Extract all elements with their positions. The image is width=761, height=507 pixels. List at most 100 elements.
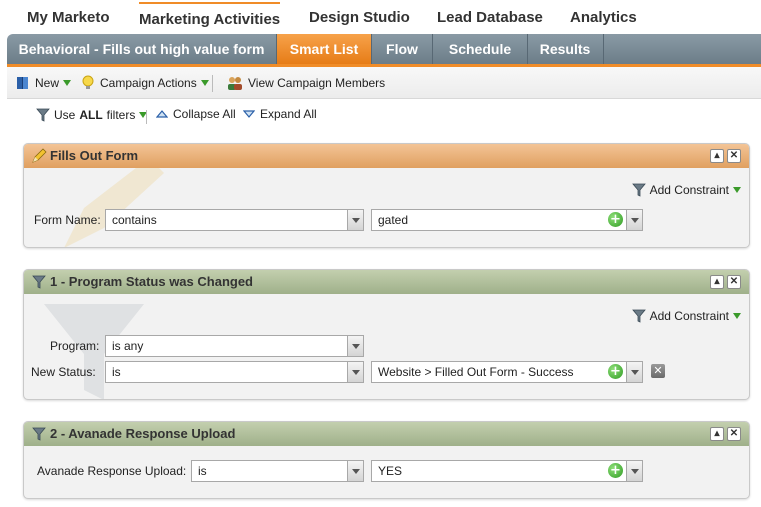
view-members-label: View Campaign Members: [248, 76, 386, 90]
view-campaign-members-button[interactable]: View Campaign Members: [226, 75, 385, 91]
people-icon: [228, 77, 242, 90]
program-operator-select[interactable]: is any: [105, 335, 364, 357]
panel-controls: ▴ ✕: [710, 275, 741, 289]
toolbar-divider: [212, 75, 213, 92]
campaign-actions-button[interactable]: Campaign Actions: [80, 75, 209, 91]
collapse-icon[interactable]: ▴: [710, 275, 724, 289]
add-constraint-button[interactable]: Add Constraint: [631, 182, 741, 198]
new-status-label: New Status:: [31, 365, 96, 379]
filterbar-divider: [146, 110, 147, 124]
panel-controls: ▴ ✕: [710, 427, 741, 441]
value-text: Website > Filled Out Form - Success: [378, 365, 574, 379]
avanade-value-select[interactable]: YES: [371, 460, 643, 482]
expand-all-label: Expand All: [260, 107, 317, 121]
operator-value: is any: [112, 339, 144, 353]
pencil-icon: [32, 148, 47, 163]
dropdown-caret-icon: [733, 313, 741, 319]
chevron-down-icon: [626, 362, 642, 382]
filter-funnel-icon: [32, 275, 46, 289]
use-suffix: filters: [106, 108, 136, 122]
use-prefix: Use: [54, 108, 76, 122]
collapse-icon[interactable]: ▴: [710, 427, 724, 441]
form-name-operator-select[interactable]: contains: [105, 209, 364, 231]
remove-row-icon[interactable]: ✕: [651, 364, 665, 378]
filter-logic-button[interactable]: Use ALL filters: [35, 107, 148, 123]
tab-schedule[interactable]: Schedule: [433, 34, 527, 64]
filter-funnel-icon: [36, 108, 50, 122]
nav-analytics[interactable]: Analytics: [570, 9, 637, 26]
dropdown-caret-icon: [63, 80, 72, 86]
filter-toolbar: Use ALL filters Collapse All Expand All: [7, 100, 761, 130]
nav-marketing-activities[interactable]: Marketing Activities: [139, 2, 281, 28]
nav-my-marketo[interactable]: My Marketo: [27, 9, 110, 26]
collapse-all-button[interactable]: Collapse All: [156, 107, 236, 121]
nav-design-studio[interactable]: Design Studio: [309, 9, 410, 26]
campaign-tab-bar: Behavioral - Fills out high value form S…: [7, 34, 761, 67]
add-constraint-button[interactable]: Add Constraint: [631, 308, 741, 324]
chevron-down-icon: [347, 210, 363, 230]
chevron-down-icon: [347, 461, 363, 481]
add-constraint-label: Add Constraint: [649, 309, 729, 323]
close-icon[interactable]: ✕: [727, 275, 741, 289]
tab-results[interactable]: Results: [528, 34, 602, 64]
close-icon[interactable]: ✕: [727, 149, 741, 163]
avanade-response-label: Avanade Response Upload:: [37, 464, 187, 478]
collapse-icon[interactable]: ▴: [710, 149, 724, 163]
top-nav: My Marketo Marketing Activities Design S…: [0, 0, 761, 34]
form-name-value-select[interactable]: gated: [371, 209, 643, 231]
pencil-watermark-icon: [64, 168, 164, 247]
collapse-all-label: Collapse All: [173, 107, 236, 121]
tab-divider: [603, 34, 604, 64]
panel-controls: ▴ ✕: [710, 149, 741, 163]
new-status-operator-select[interactable]: is: [105, 361, 364, 383]
filter-panel-fills-out-form: Fills Out Form ▴ ✕ Add Constraint Form N…: [23, 143, 750, 248]
program-label: Program:: [50, 339, 100, 353]
filter-funnel-icon: [631, 309, 646, 323]
add-value-icon[interactable]: +: [608, 212, 623, 227]
value-text: YES: [378, 464, 403, 478]
add-value-icon[interactable]: +: [608, 364, 623, 379]
filter-panel-body: Add Constraint Form Name: contains gated…: [24, 168, 749, 247]
filter-funnel-icon: [631, 183, 646, 197]
operator-value: contains: [112, 213, 157, 227]
book-icon: [17, 77, 28, 89]
value-text: gated: [378, 213, 409, 227]
new-menu-button[interactable]: New: [15, 75, 72, 91]
chevron-down-icon: [347, 362, 363, 382]
marketo-app: My Marketo Marketing Activities Design S…: [0, 0, 761, 507]
filter-funnel-icon: [32, 427, 46, 441]
form-name-label: Form Name:: [34, 213, 101, 227]
operator-value: is: [198, 464, 207, 478]
chevron-down-icon: [347, 336, 363, 356]
filter-panel-body: Add Constraint Program: is any New Statu…: [24, 294, 749, 399]
tab-smart-list[interactable]: Smart List: [277, 34, 371, 64]
add-value-icon[interactable]: +: [608, 463, 623, 478]
expand-triangle-icon: [243, 110, 255, 118]
lightbulb-icon: [82, 75, 94, 89]
new-status-value-select[interactable]: Website > Filled Out Form - Success: [371, 361, 643, 383]
filter-panel-header: 2 - Avanade Response Upload ▴ ✕: [24, 422, 749, 446]
filter-title: 2 - Avanade Response Upload: [50, 426, 236, 441]
filter-panel-header: 1 - Program Status was Changed ▴ ✕: [24, 270, 749, 294]
filter-title: 1 - Program Status was Changed: [50, 274, 253, 289]
filter-panel-header: Fills Out Form ▴ ✕: [24, 144, 749, 168]
action-toolbar: New Campaign Actions View Campaign Membe…: [7, 67, 761, 99]
filter-panel-body: Avanade Response Upload: is YES +: [24, 446, 749, 498]
filter-panel-program-status: 1 - Program Status was Changed ▴ ✕ Add C…: [23, 269, 750, 400]
add-constraint-label: Add Constraint: [649, 183, 729, 197]
chevron-down-icon: [626, 210, 642, 230]
tab-flow[interactable]: Flow: [372, 34, 432, 64]
expand-all-button[interactable]: Expand All: [243, 107, 317, 121]
nav-lead-database[interactable]: Lead Database: [437, 9, 543, 26]
filter-title: Fills Out Form: [50, 148, 139, 163]
avanade-operator-select[interactable]: is: [191, 460, 364, 482]
dropdown-caret-icon: [733, 187, 741, 193]
use-all-text: ALL: [79, 108, 103, 122]
filter-panel-avanade-response: 2 - Avanade Response Upload ▴ ✕ Avanade …: [23, 421, 750, 499]
campaign-actions-label: Campaign Actions: [100, 76, 197, 90]
close-icon[interactable]: ✕: [727, 427, 741, 441]
new-label: New: [35, 76, 60, 90]
tab-campaign-name[interactable]: Behavioral - Fills out high value form: [7, 34, 276, 64]
dropdown-caret-icon: [200, 80, 209, 86]
operator-value: is: [112, 365, 121, 379]
